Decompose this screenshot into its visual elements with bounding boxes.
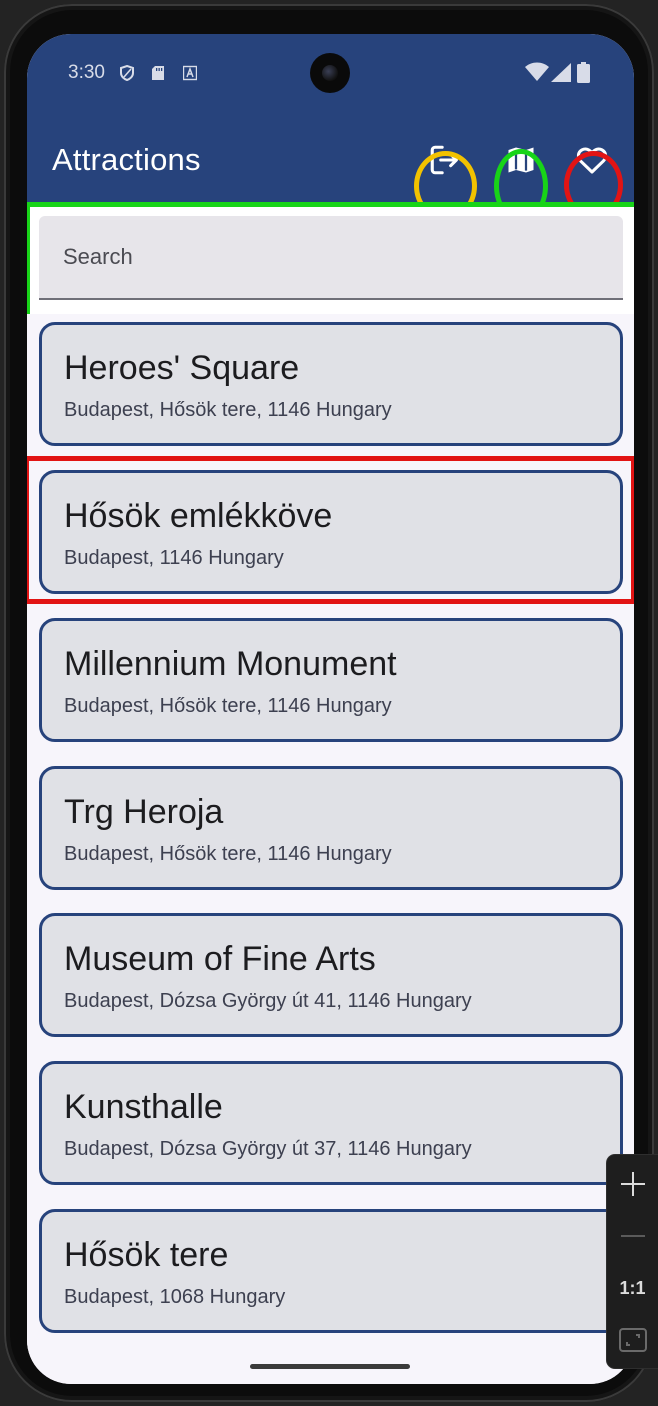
search-field[interactable] <box>39 216 623 300</box>
attraction-card[interactable]: Heroes' Square Budapest, Hősök tere, 114… <box>39 322 623 446</box>
zoom-in-button[interactable] <box>607 1159 658 1209</box>
wifi-icon <box>525 62 549 81</box>
emulator-frame: 3:30 Attractions Search Heroes' Square B… <box>0 0 658 1406</box>
attraction-card[interactable]: Museum of Fine Arts Budapest, Dózsa Györ… <box>39 913 623 1037</box>
attraction-address: Budapest, Hősök tere, 1146 Hungary <box>64 695 392 717</box>
attraction-list: Heroes' Square Budapest, Hősök tere, 114… <box>27 314 634 1384</box>
zoom-in-icon <box>620 1172 645 1196</box>
battery-icon <box>577 62 590 83</box>
attraction-address: Budapest, Dózsa György út 37, 1146 Hunga… <box>64 1138 472 1160</box>
status-bar: 3:30 <box>27 34 634 114</box>
app-bar: Attractions <box>27 114 634 223</box>
attraction-card[interactable]: Millennium Monument Budapest, Hősök tere… <box>39 618 623 742</box>
fit-screen-icon <box>618 1328 647 1352</box>
attraction-title: Museum of Fine Arts <box>64 940 376 978</box>
attraction-title: Heroes' Square <box>64 349 300 387</box>
emulator-zoom-controls: 1:1 <box>607 1155 658 1368</box>
fit-screen-button[interactable] <box>607 1315 658 1365</box>
heart-icon <box>576 147 608 174</box>
map-button[interactable] <box>493 114 549 206</box>
attraction-address: Budapest, 1146 Hungary <box>64 547 284 569</box>
status-time: 3:30 <box>68 62 105 83</box>
sd-card-icon <box>152 66 164 80</box>
attraction-address: Budapest, 1068 Hungary <box>64 1286 286 1308</box>
home-indicator[interactable] <box>250 1364 410 1369</box>
map-icon <box>508 147 534 173</box>
actual-size-button[interactable]: 1:1 <box>607 1263 658 1313</box>
zoom-out-button[interactable] <box>607 1211 658 1261</box>
favorites-button[interactable] <box>564 114 620 206</box>
attraction-title: Millennium Monument <box>64 645 397 683</box>
attraction-address: Budapest, Hősök tere, 1146 Hungary <box>64 843 392 865</box>
app-title: Attractions <box>52 142 201 177</box>
attraction-title: Kunsthalle <box>64 1088 223 1126</box>
search-area <box>27 206 634 314</box>
phone-screen: 3:30 Attractions Search Heroes' Square B… <box>27 34 634 1384</box>
attraction-title: Hősök emlékköve <box>64 497 333 535</box>
logout-button[interactable] <box>417 114 473 206</box>
attraction-card[interactable]: Kunsthalle Budapest, Dózsa György út 37,… <box>39 1061 623 1185</box>
shield-icon <box>120 65 134 81</box>
logout-icon <box>430 145 458 175</box>
signal-icon <box>551 63 571 82</box>
zoom-out-icon <box>620 1235 645 1237</box>
attraction-card[interactable]: Trg Heroja Budapest, Hősök tere, 1146 Hu… <box>39 766 623 890</box>
text-a-icon <box>183 65 197 81</box>
phone-shell: 3:30 Attractions Search Heroes' Square B… <box>4 4 654 1402</box>
search-input[interactable] <box>39 216 623 298</box>
attraction-address: Budapest, Dózsa György út 41, 1146 Hunga… <box>64 990 472 1012</box>
front-camera <box>310 53 350 93</box>
attraction-card[interactable]: Hősök tere Budapest, 1068 Hungary <box>39 1209 623 1333</box>
attraction-address: Budapest, Hősök tere, 1146 Hungary <box>64 399 392 421</box>
attraction-card[interactable]: Hősök emlékköve Budapest, 1146 Hungary <box>39 470 623 594</box>
attraction-title: Trg Heroja <box>64 793 224 831</box>
attraction-title: Hősök tere <box>64 1236 229 1274</box>
